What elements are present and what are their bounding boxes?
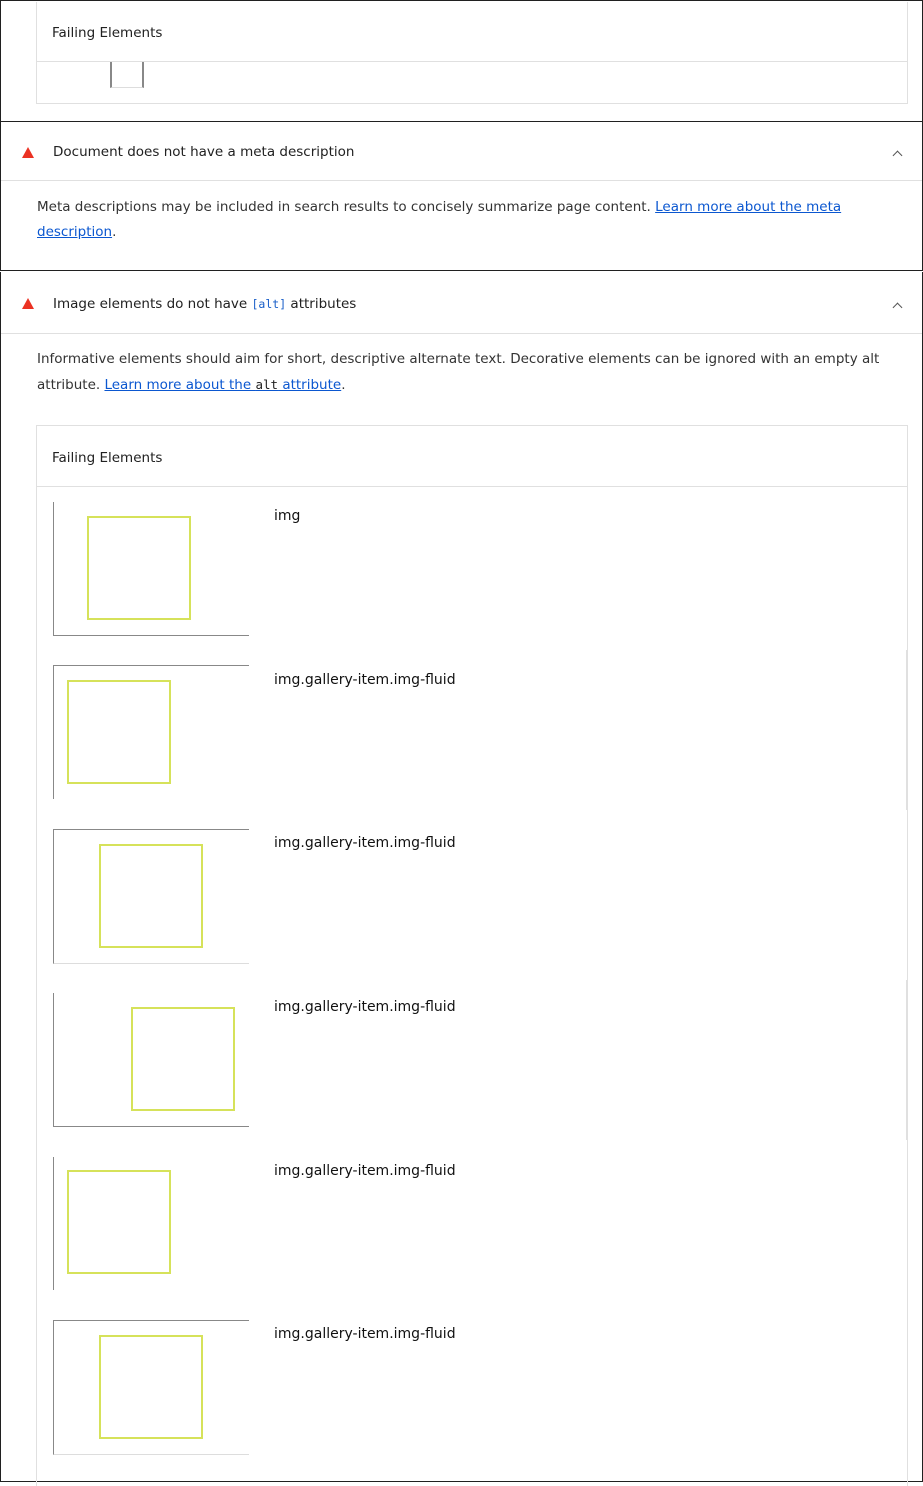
element-selector: img	[274, 508, 301, 524]
divider	[1, 333, 922, 334]
audit-image-alt-header[interactable]: Image elements do not have [alt] attribu…	[1, 273, 922, 333]
element-thumbnail	[53, 993, 249, 1127]
element-highlight	[67, 1170, 171, 1274]
element-thumbnail	[53, 829, 249, 964]
element-highlight	[99, 1335, 203, 1439]
element-thumbnail	[53, 665, 249, 799]
chevron-up-icon[interactable]	[892, 150, 903, 161]
element-highlight	[67, 680, 171, 784]
fail-icon	[22, 147, 34, 158]
failing-elements-header: Failing Elements	[52, 25, 163, 41]
fail-icon	[22, 298, 34, 309]
element-selector: img.gallery-item.img-fluid	[274, 672, 456, 688]
element-selector: img.gallery-item.img-fluid	[274, 1326, 456, 1342]
element-thumbnail	[53, 1157, 249, 1290]
audit-title: Document does not have a meta descriptio…	[53, 144, 355, 160]
failing-elements-panel-top	[36, 2, 908, 104]
element-thumbnail	[110, 62, 144, 88]
element-highlight	[99, 844, 203, 948]
learn-more-link[interactable]: Learn more about the alt attribute	[104, 377, 341, 393]
element-selector: img.gallery-item.img-fluid	[274, 835, 456, 851]
element-thumbnail	[53, 1320, 249, 1455]
failing-elements-header: Failing Elements	[52, 450, 163, 466]
audit-meta-description-header[interactable]: Document does not have a meta descriptio…	[1, 122, 922, 180]
element-selector: img.gallery-item.img-fluid	[274, 999, 456, 1015]
table-divider	[37, 61, 907, 62]
scroll-track	[906, 980, 907, 1140]
audit-title: Image elements do not have [alt] attribu…	[53, 296, 357, 312]
audit-description: Meta descriptions may be included in sea…	[37, 199, 842, 240]
element-highlight	[131, 1007, 235, 1111]
element-thumbnail	[53, 502, 249, 636]
chevron-up-icon[interactable]	[892, 302, 903, 313]
scroll-track	[906, 650, 907, 810]
divider	[0, 270, 923, 271]
element-highlight	[87, 516, 191, 620]
element-selector: img.gallery-item.img-fluid	[274, 1163, 456, 1179]
table-divider	[37, 486, 907, 487]
divider	[1, 180, 922, 181]
audit-description: Informative elements should aim for shor…	[37, 351, 880, 393]
